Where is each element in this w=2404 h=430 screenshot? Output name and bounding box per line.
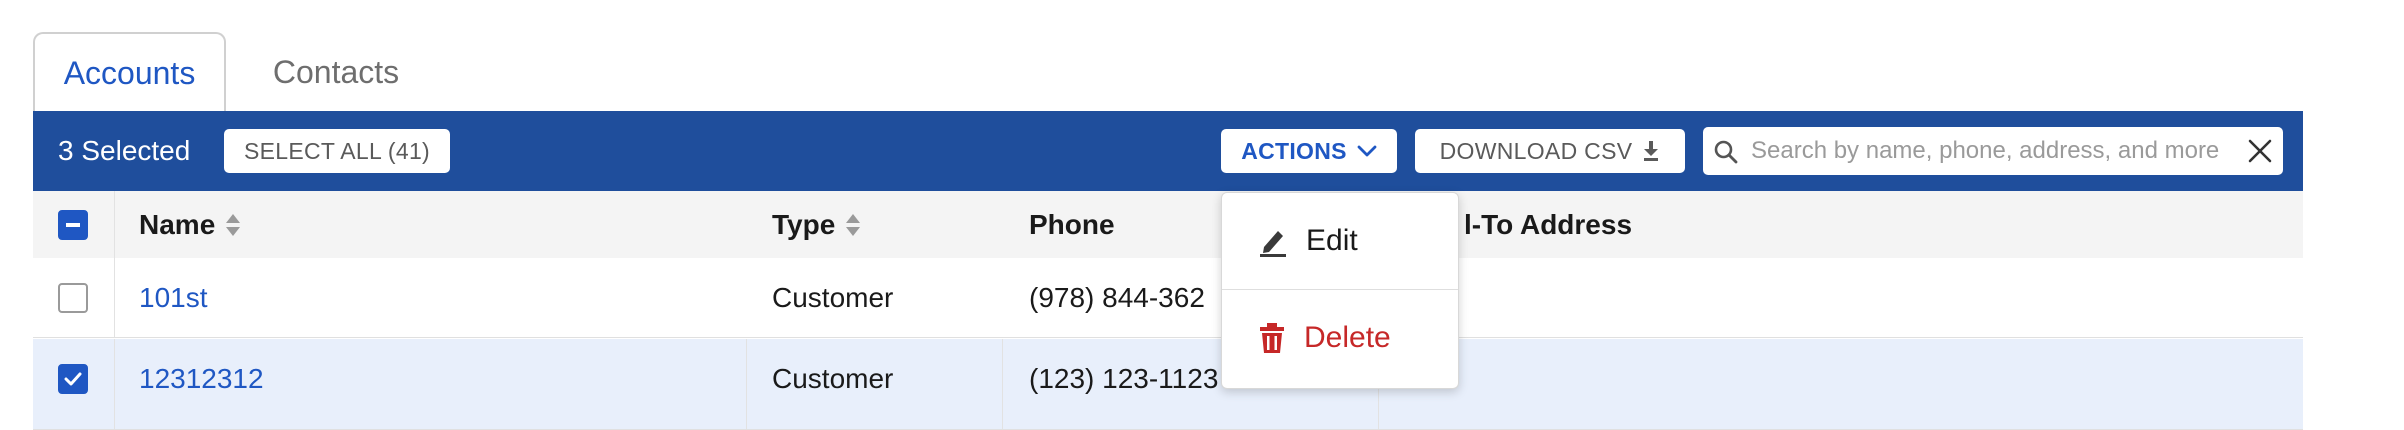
row-checkbox[interactable] [58, 283, 88, 313]
search-input[interactable] [1751, 133, 2221, 169]
account-name-link[interactable]: 12312312 [139, 339, 264, 419]
menu-item-delete-label: Delete [1304, 321, 1391, 354]
actions-label: ACTIONS [1241, 137, 1347, 164]
sort-icon [226, 213, 241, 236]
close-icon[interactable] [2247, 138, 2273, 164]
column-header-name[interactable]: Name [139, 191, 241, 258]
account-name-link[interactable]: 101st [139, 258, 208, 338]
select-all-checkbox[interactable] [58, 210, 88, 240]
account-phone: (123) 123-1123 [1029, 363, 1219, 394]
tab-accounts[interactable]: Accounts [33, 32, 226, 112]
sort-icon [846, 213, 861, 236]
download-icon [1644, 141, 1659, 161]
column-header-name-label: Name [139, 208, 216, 240]
indeterminate-icon [66, 223, 80, 227]
download-csv-button[interactable]: DOWNLOAD CSV [1415, 129, 1685, 173]
column-divider [746, 339, 747, 429]
pencil-icon [1260, 231, 1286, 257]
column-divider [114, 258, 115, 337]
column-header-address-label: l-To Address [1464, 208, 1633, 240]
select-all-button[interactable]: SELECT ALL (41) [224, 129, 450, 173]
column-header-type-label: Type [772, 208, 836, 240]
tab-contacts-label: Contacts [272, 53, 400, 90]
search-box [1703, 127, 2283, 175]
tab-accounts-label: Accounts [63, 54, 196, 91]
column-divider [114, 339, 115, 429]
download-csv-label: DOWNLOAD CSV [1439, 137, 1633, 164]
column-header-type[interactable]: Type [772, 191, 861, 258]
column-divider [1002, 339, 1003, 429]
account-phone: (978) 844-362 [1029, 282, 1205, 313]
actions-button[interactable]: ACTIONS [1221, 129, 1397, 173]
table-row[interactable]: 101st Customer (978) 844-362 [33, 258, 2303, 338]
bulk-action-bar: 3 Selected SELECT ALL (41) ACTIONS DOWNL… [33, 111, 2303, 191]
table-row[interactable]: 12312312 Customer (123) 123-1123 [33, 339, 2303, 430]
checkmark-icon [64, 372, 82, 386]
account-type: Customer [772, 363, 894, 394]
column-divider [114, 191, 115, 258]
actions-menu: Edit Delete [1221, 192, 1459, 389]
menu-item-delete[interactable]: Delete [1222, 290, 1458, 386]
column-header-phone-label: Phone [1029, 208, 1115, 240]
column-header-address: l-To Address [1464, 191, 1632, 258]
row-checkbox[interactable] [58, 364, 88, 394]
tab-contacts[interactable]: Contacts [236, 32, 436, 112]
search-icon [1714, 140, 1738, 164]
table-header: Name Type Phone l-To Address [33, 191, 2303, 259]
account-type: Customer [772, 282, 894, 313]
chevron-down-icon [1357, 145, 1377, 157]
selected-count: 3 Selected [58, 135, 191, 166]
select-all-label: SELECT ALL (41) [243, 137, 431, 164]
menu-item-edit[interactable]: Edit [1222, 193, 1458, 289]
trash-icon [1260, 323, 1284, 353]
menu-item-edit-label: Edit [1306, 224, 1358, 257]
column-header-phone: Phone [1029, 191, 1115, 258]
